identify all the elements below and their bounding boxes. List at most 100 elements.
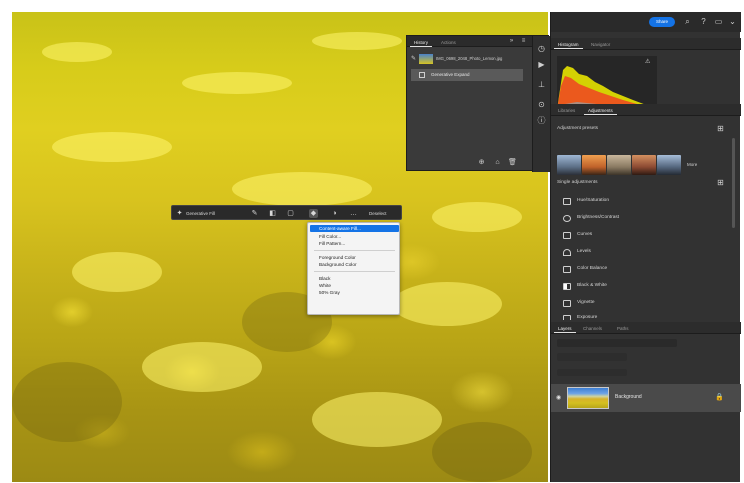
preset-thumbnail[interactable] (607, 155, 631, 175)
properties-icon[interactable]: ⊥ (537, 80, 546, 89)
single-adjustments-title: Single adjustments (557, 180, 598, 185)
blend-mode-select[interactable] (557, 353, 627, 361)
flower-shadow (432, 422, 532, 482)
adjustment-color-balance[interactable]: Color Balance (557, 263, 727, 276)
layers-tabs: Layers Channels Paths (551, 322, 741, 334)
share-button[interactable]: Share (649, 17, 675, 27)
adjustment-curves[interactable]: Curves (557, 229, 727, 242)
history-icon[interactable]: ◷ (537, 44, 546, 53)
menu-item-black[interactable]: Black (310, 275, 399, 282)
history-snapshot-row[interactable]: ✎ IMG_0698_2048_Photo_Lemon.jpg (411, 54, 523, 66)
more-presets-link[interactable]: More (687, 162, 697, 167)
sparkle-icon: ✦ (176, 210, 183, 217)
workspace-icon[interactable]: ▭ (714, 17, 723, 26)
preset-thumbnail[interactable] (632, 155, 656, 175)
tab-layers[interactable]: Layers (554, 324, 576, 333)
fill-bucket-icon[interactable]: ◆ (309, 209, 318, 218)
preset-thumbnail[interactable] (557, 155, 581, 175)
adjustment-black-white[interactable]: Black & White (557, 280, 727, 293)
adjustment-hue-saturation[interactable]: Hue/Saturation (557, 195, 727, 208)
adjustment-vignette[interactable]: Vignette (557, 297, 727, 310)
flower-highlight (392, 282, 502, 326)
exposure-icon (563, 315, 571, 320)
tab-adjustments[interactable]: Adjustments (584, 106, 617, 115)
snapshot-thumbnail (419, 54, 433, 64)
brightness-contrast-icon (563, 215, 571, 222)
color-balance-icon (563, 266, 571, 273)
menu-item-white[interactable]: White (310, 282, 399, 289)
histogram-graph: ⚠ (557, 56, 657, 110)
panel-options-icon[interactable]: ⊞ (716, 124, 725, 133)
menu-item-50-gray[interactable]: 50% Gray (310, 289, 399, 296)
tab-paths[interactable]: Paths (613, 324, 633, 333)
modify-selection-icon[interactable]: ✎ (250, 209, 259, 218)
history-state-icon (419, 72, 425, 78)
adjustment-exposure[interactable]: Exposure (557, 312, 727, 320)
adjustment-brightness-contrast[interactable]: Brightness/Contrast (557, 212, 727, 225)
search-icon[interactable]: ⌕ (683, 17, 692, 26)
snapshot-label: IMG_0698_2048_Photo_Lemon.jpg (436, 56, 503, 61)
menu-item-foreground-color[interactable]: Foreground Color (310, 254, 399, 261)
tab-histogram[interactable]: Histogram (554, 40, 583, 49)
history-state-label: Generative Expand (431, 72, 470, 77)
tab-libraries[interactable]: Libraries (554, 106, 579, 115)
hue-saturation-icon (563, 198, 571, 205)
scrollbar[interactable] (732, 138, 735, 228)
invert-selection-icon[interactable]: ◧ (268, 209, 277, 218)
menu-item-fill-color[interactable]: Fill Color... (310, 233, 399, 240)
mask-icon[interactable]: ◑ (330, 209, 339, 218)
layer-name: Background (615, 394, 642, 400)
menu-divider (314, 271, 395, 272)
trash-icon[interactable]: 🗑 (508, 158, 517, 167)
layer-thumbnail (567, 387, 609, 409)
flower-highlight (232, 172, 372, 206)
levels-icon (563, 249, 571, 256)
panel-options-icon[interactable]: ⊞ (716, 178, 725, 187)
collapse-icon[interactable]: » (507, 37, 516, 46)
play-icon[interactable]: ▶ (537, 60, 546, 69)
tab-actions[interactable]: Actions (437, 38, 460, 47)
generative-fill-button[interactable]: Generative Fill (186, 209, 215, 218)
tab-history[interactable]: History (410, 38, 433, 47)
flower-highlight (312, 392, 442, 447)
histogram-tabs: Histogram Navigator (551, 38, 741, 50)
flower-shadow (12, 362, 122, 442)
chevron-down-icon[interactable]: ⌄ (728, 17, 737, 26)
flower-highlight (182, 72, 292, 94)
eye-icon[interactable]: ◉ (556, 394, 561, 401)
help-icon[interactable]: ? (699, 17, 708, 26)
menu-divider (314, 250, 395, 251)
adjustment-presets-title: Adjustment presets (557, 126, 599, 131)
adjustment-levels[interactable]: Levels (557, 246, 727, 259)
adjust-icon[interactable]: ⊙ (537, 100, 546, 109)
tab-channels[interactable]: Channels (579, 324, 606, 333)
preset-thumbnail[interactable] (657, 155, 681, 175)
layer-filter-bar[interactable] (557, 339, 677, 347)
preset-thumbnail[interactable] (582, 155, 606, 175)
app-topbar: Share ⌕ ? ▭ ⌄ (551, 12, 741, 32)
deselect-button[interactable]: Deselect (369, 209, 387, 218)
menu-item-fill-pattern[interactable]: Fill Pattern... (310, 240, 399, 247)
history-panel: History Actions » ≡ ✎ IMG_0698_2048_Phot… (406, 35, 550, 172)
layer-row-background[interactable]: ◉ Background 🔒 (551, 384, 741, 412)
menu-item-content-aware-fill[interactable]: Content-aware Fill... (310, 225, 399, 232)
snapshot-brush-icon: ✎ (411, 56, 417, 62)
menu-icon[interactable]: ≡ (519, 37, 528, 46)
fill-dropdown-menu: Content-aware Fill... Fill Color... Fill… (307, 222, 400, 315)
lock-icon[interactable]: 🔒 (715, 393, 724, 401)
flower-highlight (52, 132, 172, 162)
panel-icon-strip: ◷ ▶ ⊥ ⊙ ⓘ (532, 36, 550, 172)
more-options-icon[interactable]: … (349, 209, 358, 218)
transform-icon[interactable]: ▢ (286, 209, 295, 218)
new-document-icon[interactable]: ⌂ (493, 158, 502, 167)
new-snapshot-icon[interactable]: ⊕ (477, 158, 486, 167)
tab-navigator[interactable]: Navigator (587, 40, 614, 49)
flower-highlight (432, 202, 522, 232)
info-icon[interactable]: ⓘ (537, 116, 546, 125)
right-panel-dock: Share ⌕ ? ▭ ⌄ Histogram Navigator ⚠ Libr… (550, 12, 741, 482)
warning-icon: ⚠ (645, 59, 651, 65)
history-state-row[interactable]: Generative Expand (411, 69, 523, 81)
menu-item-background-color[interactable]: Background Color (310, 261, 399, 268)
flower-highlight (42, 42, 112, 62)
lock-controls[interactable] (557, 369, 627, 376)
